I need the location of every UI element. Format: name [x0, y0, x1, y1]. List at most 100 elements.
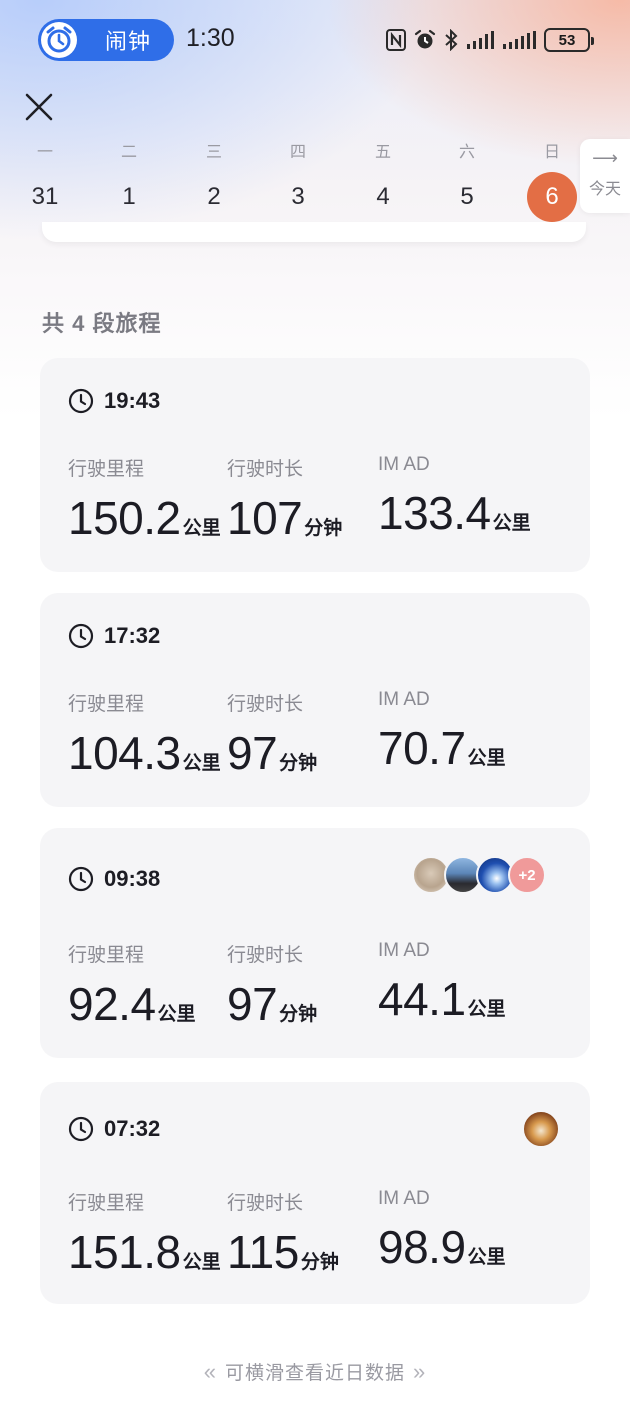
day-mon[interactable]: 一 31 [15, 140, 75, 222]
alarm-pill-label: 闹钟 [105, 29, 152, 54]
swipe-hint-text: 可横滑查看近日数据 [224, 1363, 405, 1384]
trip-card[interactable]: 07:32 行驶里程 151.8 公里 行驶时长 115 分钟 IM AD 98.9… [40, 1082, 590, 1304]
summary-card-edge [42, 222, 586, 242]
duration-label: 行驶时长 [227, 459, 304, 480]
duration-unit: 分钟 [304, 518, 343, 539]
clock-icon [68, 1116, 94, 1142]
distance-value: 150.2 [68, 492, 181, 544]
duration-unit: 分钟 [300, 1252, 339, 1273]
imad-metric: IM AD 98.9 公里 [378, 1188, 506, 1274]
distance-unit: 公里 [157, 1004, 196, 1025]
duration-metric: 行驶时长 107 分钟 [227, 454, 342, 545]
alarm-clock-icon [41, 22, 77, 58]
double-chevron-left-icon: « [203, 1359, 217, 1384]
duration-unit: 分钟 [279, 1004, 318, 1025]
trip-header: 17:32 [68, 623, 160, 649]
companion-avatars[interactable]: +2 [412, 856, 546, 894]
companion-avatars[interactable] [522, 1110, 560, 1148]
bluetooth-icon [444, 29, 458, 51]
duration-value: 107 [227, 492, 303, 544]
trip-card[interactable]: 19:43 行驶里程 150.2 公里 行驶时长 107 分钟 IM AD 133.… [40, 358, 590, 572]
duration-metric: 行驶时长 97 分钟 [227, 940, 317, 1031]
duration-unit: 分钟 [279, 753, 318, 774]
trip-header: 19:43 [68, 388, 160, 414]
duration-metric: 行驶时长 97 分钟 [227, 689, 317, 780]
duration-label: 行驶时长 [227, 694, 304, 715]
duration-label: 行驶时长 [227, 945, 304, 966]
distance-metric: 行驶里程 150.2 公里 [68, 454, 221, 545]
distance-metric: 行驶里程 92.4 公里 [68, 940, 196, 1031]
imad-label: IM AD [378, 1188, 430, 1209]
nfc-icon [386, 29, 406, 51]
day-of-week: 六 [458, 144, 475, 161]
imad-metric: IM AD 133.4 公里 [378, 454, 531, 540]
day-thu[interactable]: 四 3 [268, 140, 328, 222]
day-wed[interactable]: 三 2 [184, 140, 244, 222]
distance-value: 151.8 [68, 1226, 181, 1278]
day-number-selected: 6 [527, 172, 577, 222]
clock-icon [68, 866, 94, 892]
distance-label: 行驶里程 [68, 1193, 145, 1214]
avatar [522, 1110, 560, 1148]
trip-count: 共 4 段旅程 [42, 311, 162, 336]
distance-value: 92.4 [68, 978, 156, 1030]
day-of-week: 二 [120, 144, 137, 161]
signal-icon [466, 30, 494, 50]
trip-time: 17:32 [104, 623, 161, 648]
trip-card[interactable]: 17:32 行驶里程 104.3 公里 行驶时长 97 分钟 IM AD 70.7 公… [40, 593, 590, 807]
distance-label: 行驶里程 [68, 459, 145, 480]
day-sun-selected[interactable]: 日 6 [522, 140, 582, 222]
status-time: 1:30 [186, 24, 235, 52]
arrow-right-icon: ⟶ [592, 148, 618, 168]
distance-value: 104.3 [68, 727, 181, 779]
clock-icon [68, 623, 94, 649]
day-of-week: 一 [36, 144, 53, 161]
distance-label: 行驶里程 [68, 694, 145, 715]
duration-value: 97 [227, 727, 278, 779]
day-number: 2 [207, 183, 221, 210]
trip-card[interactable]: 09:38 +2 行驶里程 92.4 公里 行驶时长 97 分钟 IM AD 44.… [40, 828, 590, 1058]
imad-value: 133.4 [378, 487, 491, 539]
swipe-hint: « 可横滑查看近日数据 » [0, 1358, 630, 1385]
close-button[interactable] [22, 90, 56, 124]
imad-label: IM AD [378, 689, 430, 710]
imad-value: 98.9 [378, 1221, 466, 1273]
trip-header: 09:38 [68, 866, 160, 892]
close-icon [25, 93, 53, 121]
distance-metric: 行驶里程 151.8 公里 [68, 1188, 221, 1279]
trip-time: 07:32 [104, 1116, 161, 1141]
battery-icon: 53 [544, 28, 594, 52]
alarm-status-icon [414, 29, 436, 51]
imad-label: IM AD [378, 454, 430, 475]
distance-unit: 公里 [182, 1252, 221, 1273]
day-tue[interactable]: 二 1 [99, 140, 159, 222]
imad-unit: 公里 [492, 513, 531, 534]
distance-unit: 公里 [182, 518, 221, 539]
imad-value: 44.1 [378, 973, 466, 1025]
alarm-pill[interactable]: 闹钟 [38, 19, 174, 61]
day-of-week: 五 [374, 144, 391, 161]
trip-time: 09:38 [104, 866, 161, 891]
day-fri[interactable]: 五 4 [353, 140, 413, 222]
distance-label: 行驶里程 [68, 945, 145, 966]
distance-metric: 行驶里程 104.3 公里 [68, 689, 221, 780]
imad-unit: 公里 [467, 1247, 506, 1268]
week-strip[interactable]: 一 31 二 1 三 2 四 3 五 4 六 5 日 6 [0, 140, 630, 230]
imad-unit: 公里 [467, 748, 506, 769]
imad-label: IM AD [378, 940, 430, 961]
imad-metric: IM AD 44.1 公里 [378, 940, 506, 1026]
today-button[interactable]: ⟶ 今天 [580, 139, 630, 213]
status-bar: 闹钟 1:30 53 [0, 0, 630, 80]
duration-metric: 行驶时长 115 分钟 [227, 1188, 339, 1279]
more-avatars-badge: +2 [508, 856, 546, 894]
day-of-week: 三 [205, 144, 222, 161]
day-of-week: 四 [289, 144, 306, 161]
day-sat[interactable]: 六 5 [437, 140, 497, 222]
duration-value: 115 [227, 1226, 299, 1278]
day-number: 4 [376, 183, 390, 210]
imad-value: 70.7 [378, 722, 466, 774]
signal-icon-2 [502, 30, 536, 50]
clock-icon [68, 388, 94, 414]
today-label: 今天 [588, 181, 621, 198]
trip-header: 07:32 [68, 1116, 160, 1142]
